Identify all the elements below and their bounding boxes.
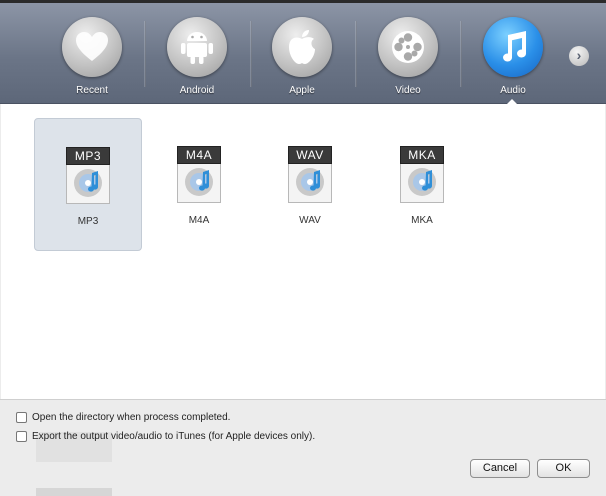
apple-icon (272, 17, 332, 77)
export-itunes-checkbox[interactable] (16, 431, 27, 442)
audio-file-icon: MKA (400, 146, 444, 203)
open-directory-checkbox[interactable] (16, 412, 27, 423)
open-directory-label: Open the directory when process complete… (32, 412, 231, 423)
format-name: WAV (299, 215, 321, 226)
format-tag: MP3 (66, 147, 110, 165)
toolbar-divider (144, 21, 146, 87)
export-itunes-label: Export the output video/audio to iTunes … (32, 431, 316, 442)
cd-music-icon (66, 165, 110, 204)
category-recent[interactable]: Recent (52, 17, 132, 96)
toolbar-divider (460, 21, 462, 87)
category-label: Android (179, 85, 215, 96)
format-item-m4a[interactable]: M4A M4A (146, 118, 252, 249)
format-item-mka[interactable]: MKA MKA (369, 118, 475, 249)
format-name: M4A (188, 215, 210, 226)
export-itunes-option[interactable]: Export the output video/audio to iTunes … (16, 431, 315, 442)
category-label: Apple (289, 85, 315, 96)
format-grid: MP3 MP3 M4A M4A WAV WAV MKA MKA (1, 104, 605, 399)
format-tag: WAV (288, 146, 332, 164)
heart-icon (62, 17, 122, 77)
chevron-right-icon[interactable]: › (569, 46, 589, 66)
format-name: MKA (411, 215, 433, 226)
audio-file-icon: MP3 (66, 147, 110, 204)
background-thumbnail (36, 488, 112, 496)
category-label: Recent (76, 85, 108, 96)
audio-file-icon: WAV (288, 146, 332, 203)
cancel-button[interactable]: Cancel (470, 459, 530, 478)
music-note-icon (483, 17, 543, 77)
category-android[interactable]: Android (157, 17, 237, 96)
category-label: Audio (500, 85, 526, 96)
open-directory-option[interactable]: Open the directory when process complete… (16, 412, 230, 423)
cd-music-icon (400, 164, 444, 203)
format-item-mp3[interactable]: MP3 MP3 (34, 118, 142, 251)
android-icon (167, 17, 227, 77)
format-name: MP3 (77, 216, 99, 227)
cd-music-icon (288, 164, 332, 203)
format-tag: M4A (177, 146, 221, 164)
category-audio[interactable]: Audio (473, 17, 553, 96)
toolbar-divider (250, 21, 252, 87)
options-panel: Open the directory when process complete… (0, 399, 606, 496)
audio-file-icon: M4A (177, 146, 221, 203)
ok-button[interactable]: OK (537, 459, 590, 478)
format-item-wav[interactable]: WAV WAV (257, 118, 363, 249)
film-reel-icon (378, 17, 438, 77)
cd-music-icon (177, 164, 221, 203)
category-apple[interactable]: Apple (262, 17, 342, 96)
format-tag: MKA (400, 146, 444, 164)
toolbar-divider (355, 21, 357, 87)
category-label: Video (395, 85, 421, 96)
category-video[interactable]: Video (368, 17, 448, 96)
category-toolbar: Recent Android Apple Video Audio › (0, 3, 606, 106)
